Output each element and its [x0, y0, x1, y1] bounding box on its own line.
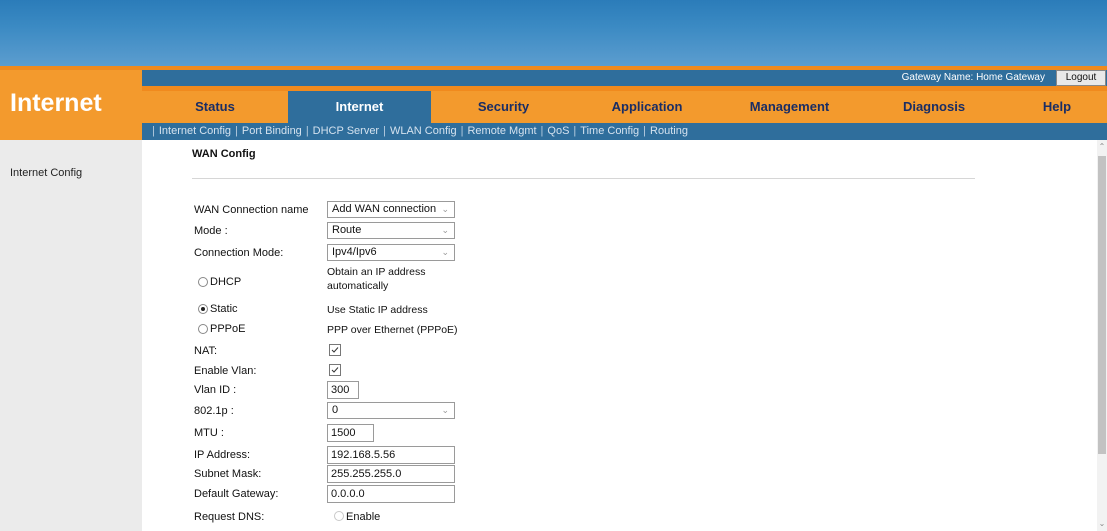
wan-connection-name-select[interactable]: Add WAN connection ⌄	[327, 201, 455, 218]
dhcp-description: Obtain an IP address automatically	[327, 266, 426, 292]
arrow-down-icon[interactable]: ⌄	[1097, 519, 1107, 529]
subnav-separator: |	[152, 125, 155, 137]
subnav-wlan-config[interactable]: WLAN Config	[390, 125, 457, 137]
sidebar-item-internet-config[interactable]: Internet Config	[10, 167, 82, 179]
wan-connection-name-value: Add WAN connection	[332, 203, 437, 215]
enable-vlan-checkbox[interactable]	[329, 364, 341, 376]
request-dns-label: Request DNS:	[194, 511, 265, 523]
section-divider	[192, 178, 975, 179]
subnav-remote-mgmt[interactable]: Remote Mgmt	[467, 125, 536, 137]
dhcp-radio[interactable]	[198, 277, 208, 287]
nat-label: NAT:	[194, 345, 218, 357]
subnav-time-config[interactable]: Time Config	[580, 125, 639, 137]
subnav-separator: |	[643, 125, 647, 137]
subnav-separator: |	[383, 125, 386, 137]
ip-address-label: IP Address:	[194, 449, 251, 461]
request-dns-enable-label: Enable	[346, 511, 381, 523]
pppoe-radio[interactable]	[198, 324, 208, 334]
chevron-down-icon: ⌄	[441, 405, 449, 415]
static-description: Use Static IP address	[327, 304, 428, 316]
default-gateway-input[interactable]: 0.0.0.0	[327, 485, 455, 503]
gateway-name: Gateway Name: Home Gateway	[901, 72, 1045, 83]
subnav-qos[interactable]: QoS	[547, 125, 569, 137]
mode-select[interactable]: Route ⌄	[327, 222, 455, 239]
subnav-separator: |	[235, 125, 238, 137]
connection-mode-select[interactable]: Ipv4/Ipv6 ⌄	[327, 244, 455, 261]
vlan-id-input[interactable]: 300	[327, 381, 359, 399]
static-radio[interactable]	[198, 304, 208, 314]
tab-management[interactable]: Management	[718, 91, 861, 123]
scrollbar-thumb[interactable]	[1098, 156, 1106, 454]
tab-status[interactable]: Status	[142, 91, 288, 123]
vertical-scrollbar[interactable]: ⌃ ⌄	[1097, 140, 1107, 531]
subnet-mask-label: Subnet Mask:	[194, 468, 262, 480]
gateway-bar: Gateway Name: Home Gateway Logout	[142, 70, 1107, 86]
mode-label: Mode :	[194, 225, 228, 237]
subnet-mask-input[interactable]: 255.255.255.0	[327, 465, 455, 483]
vlan-id-label: Vlan ID :	[194, 384, 237, 396]
wan-config-panel: WAN Config WAN Connection name Add WAN c…	[142, 140, 1097, 531]
dhcp-label: DHCP	[210, 276, 242, 288]
sub-navigation: | Internet Config | Port Binding | DHCP Serve…	[142, 123, 1107, 140]
tab-help[interactable]: Help	[1007, 91, 1107, 123]
section-header: Internet	[0, 70, 142, 140]
tab-diagnosis[interactable]: Diagnosis	[861, 91, 1007, 123]
static-label: Static	[210, 303, 238, 315]
arrow-up-icon[interactable]: ⌃	[1097, 142, 1107, 152]
chevron-down-icon: ⌄	[441, 225, 449, 235]
subnav-dhcp-server[interactable]: DHCP Server	[313, 125, 379, 137]
p8021p-value: 0	[332, 404, 339, 416]
enable-vlan-label: Enable Vlan:	[194, 365, 257, 377]
tab-security[interactable]: Security	[431, 91, 576, 123]
pppoe-label: PPPoE	[210, 323, 246, 335]
p8021p-label: 802.1p :	[194, 405, 234, 417]
p8021p-select[interactable]: 0 ⌄	[327, 402, 455, 419]
checkmark-icon	[331, 347, 339, 353]
connection-mode-label: Connection Mode:	[194, 247, 284, 259]
page-title: Internet	[10, 89, 102, 117]
tab-internet[interactable]: Internet	[288, 91, 431, 123]
sidebar: Internet Config	[0, 140, 142, 531]
mode-value: Route	[332, 224, 362, 236]
checkmark-icon	[331, 367, 339, 373]
tab-application[interactable]: Application	[576, 91, 718, 123]
main-tabs: Status Internet Security Application Man…	[142, 91, 1107, 123]
logout-button[interactable]: Logout	[1056, 70, 1106, 86]
subnav-routing[interactable]: Routing	[650, 125, 688, 137]
pppoe-description: PPP over Ethernet (PPPoE)	[327, 324, 458, 336]
connection-mode-value: Ipv4/Ipv6	[332, 246, 377, 258]
subnav-separator: |	[460, 125, 464, 137]
subnav-internet-config[interactable]: Internet Config	[159, 125, 231, 137]
subnav-port-binding[interactable]: Port Binding	[242, 125, 302, 137]
request-dns-enable-radio[interactable]	[334, 511, 344, 521]
subnav-separator: |	[573, 125, 577, 137]
ip-address-input[interactable]: 192.168.5.56	[327, 446, 455, 464]
default-gateway-label: Default Gateway:	[194, 488, 279, 500]
mtu-label: MTU :	[194, 427, 224, 439]
nat-checkbox[interactable]	[329, 344, 341, 356]
subnav-separator: |	[540, 125, 544, 137]
section-title: WAN Config	[192, 148, 256, 160]
mtu-input[interactable]: 1500	[327, 424, 374, 442]
subnav-separator: |	[305, 125, 309, 137]
chevron-down-icon: ⌄	[441, 204, 449, 214]
chevron-down-icon: ⌄	[441, 247, 449, 257]
wan-connection-name-label: WAN Connection name	[194, 204, 309, 216]
top-banner	[0, 0, 1107, 66]
